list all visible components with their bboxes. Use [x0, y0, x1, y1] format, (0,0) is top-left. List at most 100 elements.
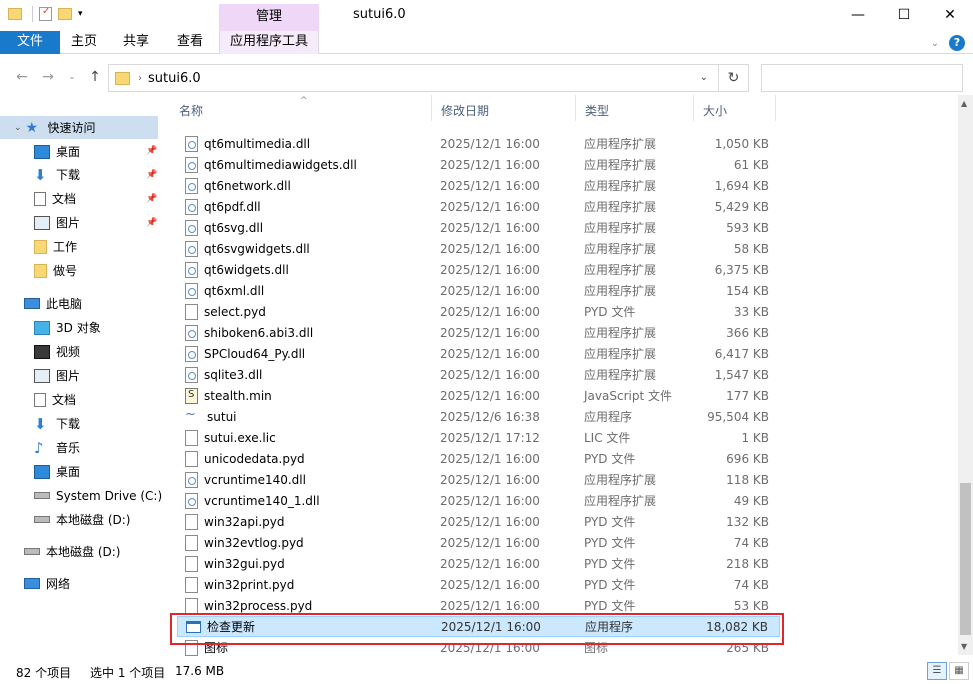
- maximize-button[interactable]: ☐: [881, 0, 927, 30]
- sidebar-item-label: 工作: [53, 240, 78, 254]
- up-arrow-icon[interactable]: ↑: [85, 67, 105, 87]
- file-row[interactable]: qt6pdf.dll 2025/12/1 16:00 应用程序扩展 5,429 KB: [177, 196, 780, 217]
- file-row[interactable]: qt6network.dll 2025/12/1 16:00 应用程序扩展 1,694…: [177, 175, 780, 196]
- sidebar-item-desktop-pc[interactable]: 桌面: [34, 460, 80, 483]
- file-row[interactable]: qt6multimediawidgets.dll 2025/12/1 16:00 应…: [177, 154, 780, 175]
- file-row[interactable]: unicodedata.pyd 2025/12/1 16:00 PYD 文件 696 …: [177, 448, 780, 469]
- pin-icon[interactable]: 📌: [146, 170, 157, 180]
- file-row[interactable]: qt6multimedia.dll 2025/12/1 16:00 应用程序扩展 1,…: [177, 133, 780, 154]
- sidebar-item-pictures[interactable]: 图片: [34, 211, 80, 234]
- pin-icon[interactable]: 📌: [146, 194, 157, 204]
- tab-share[interactable]: 共享: [112, 31, 160, 54]
- sidebar-item-quick-access[interactable]: ⌄ ★ 快速访问: [0, 116, 158, 139]
- file-type: 应用程序扩展: [584, 158, 657, 172]
- file-row[interactable]: shiboken6.abi3.dll 2025/12/1 16:00 应用程序扩展 3…: [177, 322, 780, 343]
- search-input[interactable]: [761, 64, 963, 92]
- file-name: qt6widgets.dll: [204, 262, 289, 277]
- pin-icon[interactable]: 📌: [146, 218, 157, 228]
- file-row[interactable]: qt6xml.dll 2025/12/1 16:00 应用程序扩展 154 KB: [177, 280, 780, 301]
- file-icon: [185, 303, 198, 320]
- file-name: qt6multimediawidgets.dll: [204, 157, 357, 172]
- sidebar-item-documents[interactable]: 文档: [34, 187, 76, 210]
- new-folder-icon[interactable]: [58, 8, 72, 20]
- file-size: 74 KB: [733, 535, 769, 550]
- refresh-icon[interactable]: ↻: [718, 65, 748, 91]
- close-button[interactable]: ✕: [927, 0, 973, 30]
- column-type[interactable]: 类型: [576, 95, 694, 121]
- properties-icon[interactable]: ✓: [39, 6, 52, 21]
- tab-file[interactable]: 文件: [0, 31, 60, 54]
- file-row[interactable]: win32evtlog.pyd 2025/12/1 16:00 PYD 文件 74 K…: [177, 532, 780, 553]
- breadcrumb-current[interactable]: sutui6.0: [148, 71, 201, 86]
- vertical-scrollbar[interactable]: ▲ ▼: [958, 95, 973, 655]
- scroll-up-icon[interactable]: ▲: [961, 99, 967, 108]
- sidebar-item-label: 图片: [56, 369, 81, 383]
- sidebar-item-zuohao[interactable]: 做号: [34, 259, 77, 282]
- quick-access-toolbar: ✓ ▾: [8, 6, 83, 22]
- sidebar-item-music[interactable]: ♪ 音乐: [34, 436, 80, 459]
- sidebar-item-this-pc[interactable]: 此电脑: [24, 292, 82, 315]
- download-icon: ⬇: [34, 165, 47, 184]
- file-row[interactable]: vcruntime140_1.dll 2025/12/1 16:00 应用程序扩展 4…: [177, 490, 780, 511]
- file-row[interactable]: sutui.exe.lic 2025/12/1 17:12 LIC 文件 1 KB: [177, 427, 780, 448]
- sidebar-item-local-disk-d[interactable]: 本地磁盘 (D:): [34, 508, 130, 531]
- details-view-icon[interactable]: ☰: [927, 662, 947, 680]
- scrollbar-thumb[interactable]: [960, 483, 971, 635]
- file-row[interactable]: qt6svg.dll 2025/12/1 16:00 应用程序扩展 593 KB: [177, 217, 780, 238]
- music-icon: ♪: [34, 438, 44, 457]
- large-icons-view-icon[interactable]: ▦: [949, 662, 969, 680]
- column-name[interactable]: 名称: [170, 95, 432, 121]
- forward-arrow-icon[interactable]: →: [38, 67, 58, 87]
- column-date[interactable]: 修改日期: [432, 95, 576, 121]
- file-row[interactable]: SPCloud64_Py.dll 2025/12/1 16:00 应用程序扩展 6,4…: [177, 343, 780, 364]
- sidebar-item-videos[interactable]: 视频: [34, 340, 80, 363]
- tab-application-tools[interactable]: 应用程序工具: [219, 31, 319, 54]
- help-icon[interactable]: ?: [949, 35, 965, 51]
- file-row[interactable]: qt6widgets.dll 2025/12/1 16:00 应用程序扩展 6,375…: [177, 259, 780, 280]
- file-row[interactable]: stealth.min 2025/12/1 16:00 JavaScript 文件 1…: [177, 385, 780, 406]
- minimize-button[interactable]: —: [835, 0, 881, 30]
- file-row[interactable]: qt6svgwidgets.dll 2025/12/1 16:00 应用程序扩展 58…: [177, 238, 780, 259]
- expand-ribbon-icon[interactable]: ⌄: [931, 38, 939, 49]
- file-name: win32process.pyd: [204, 598, 313, 613]
- star-icon: ★: [25, 119, 39, 136]
- file-size: 132 KB: [726, 514, 769, 529]
- address-bar[interactable]: › sutui6.0 ⌄ ↻: [108, 64, 749, 92]
- sidebar-item-downloads-pc[interactable]: ⬇ 下载: [34, 412, 80, 435]
- sidebar-item-system-drive[interactable]: System Drive (C:): [34, 484, 162, 507]
- drive-icon: [34, 516, 50, 523]
- file-date: 2025/12/1 16:00: [440, 556, 540, 571]
- back-arrow-icon[interactable]: ←: [12, 67, 32, 87]
- recent-locations-icon[interactable]: ⌄: [62, 67, 82, 87]
- file-date: 2025/12/1 16:00: [440, 136, 540, 151]
- file-date: 2025/12/1 16:00: [440, 283, 540, 298]
- file-size: 154 KB: [726, 283, 769, 298]
- address-dropdown-icon[interactable]: ⌄: [700, 72, 708, 83]
- document-icon: [34, 392, 46, 407]
- file-row[interactable]: sutui 2025/12/6 16:38 应用程序 95,504 KB: [177, 406, 780, 427]
- sidebar-item-desktop[interactable]: 桌面: [34, 140, 80, 163]
- customize-toolbar-icon[interactable]: ▾: [78, 9, 83, 19]
- scroll-down-icon[interactable]: ▼: [961, 642, 967, 651]
- pin-icon[interactable]: 📌: [146, 146, 157, 156]
- sidebar-item-label: 文档: [52, 393, 77, 407]
- file-row[interactable]: win32print.pyd 2025/12/1 16:00 PYD 文件 74 KB: [177, 574, 780, 595]
- sidebar-item-3d-objects[interactable]: 3D 对象: [34, 316, 101, 339]
- sidebar-item-pictures-pc[interactable]: 图片: [34, 364, 80, 387]
- file-row[interactable]: select.pyd 2025/12/1 16:00 PYD 文件 33 KB: [177, 301, 780, 322]
- sidebar-item-downloads[interactable]: ⬇ 下载: [34, 163, 80, 186]
- selection-count: 选中 1 个项目: [90, 666, 166, 680]
- tab-home[interactable]: 主页: [60, 31, 108, 54]
- sidebar-item-local-disk-d-root[interactable]: 本地磁盘 (D:): [24, 540, 120, 563]
- file-row[interactable]: win32api.pyd 2025/12/1 16:00 PYD 文件 132 KB: [177, 511, 780, 532]
- sidebar-item-work[interactable]: 工作: [34, 235, 77, 258]
- sidebar-item-network[interactable]: 网络: [24, 572, 70, 595]
- file-size: 53 KB: [733, 598, 769, 613]
- file-row[interactable]: vcruntime140.dll 2025/12/1 16:00 应用程序扩展 118…: [177, 469, 780, 490]
- file-row[interactable]: win32gui.pyd 2025/12/1 16:00 PYD 文件 218 KB: [177, 553, 780, 574]
- sidebar-item-documents-pc[interactable]: 文档: [34, 388, 76, 411]
- file-row[interactable]: sqlite3.dll 2025/12/1 16:00 应用程序扩展 1,547 KB: [177, 364, 780, 385]
- tab-view[interactable]: 查看: [166, 31, 214, 54]
- column-size[interactable]: 大小: [694, 95, 776, 121]
- file-type: 应用程序扩展: [584, 179, 657, 193]
